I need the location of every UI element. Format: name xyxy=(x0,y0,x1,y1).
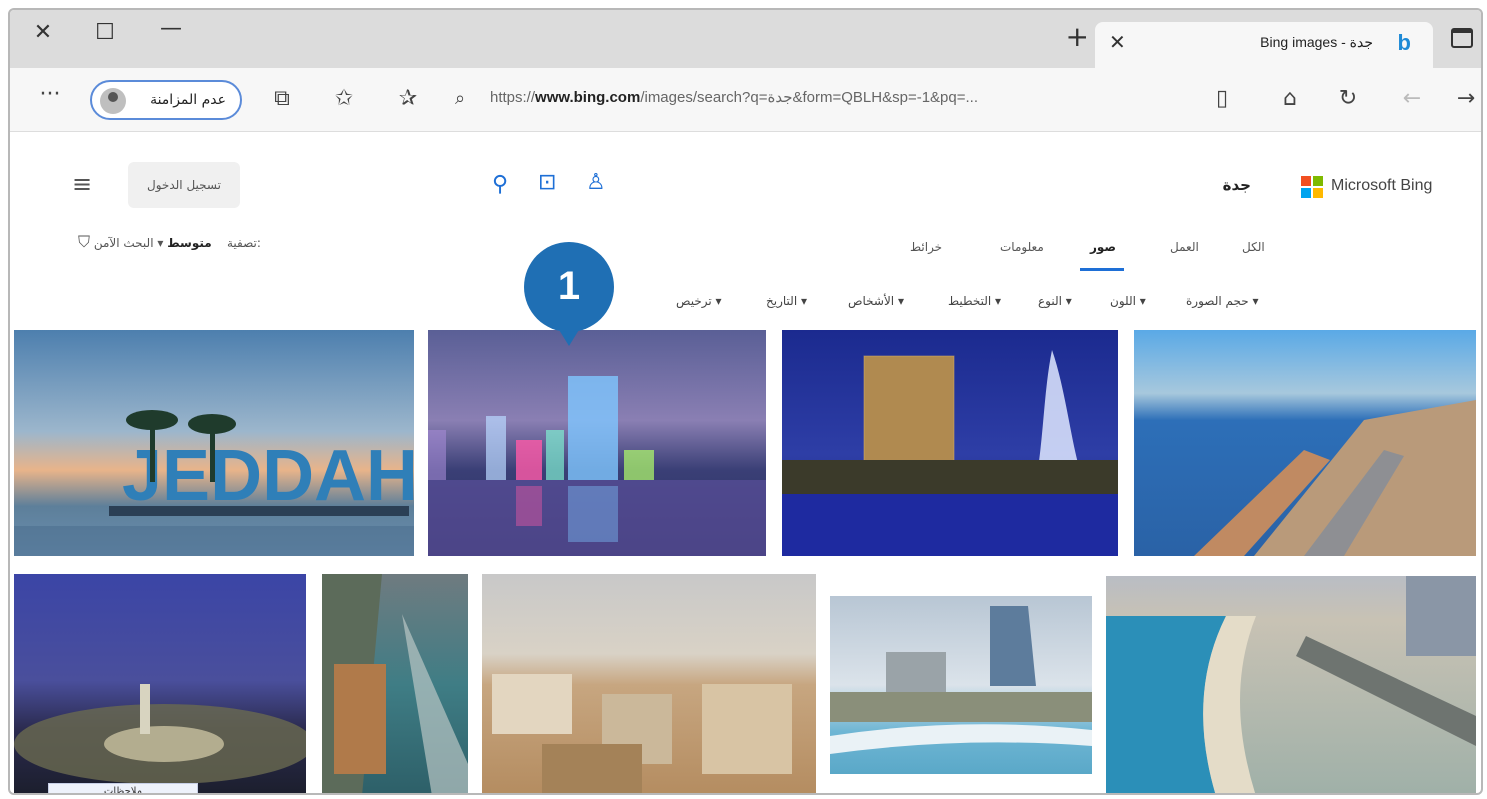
beach-aerial-picture xyxy=(1106,576,1476,793)
search-small-icon: ⌕ xyxy=(454,88,466,109)
old-town-picture xyxy=(492,674,792,793)
home-button[interactable]: ⌂ xyxy=(1274,86,1306,111)
avatar-icon xyxy=(100,88,126,114)
url-prefix: https:// xyxy=(490,89,536,106)
tab-all[interactable]: الكل xyxy=(1242,240,1265,254)
browser-tab[interactable]: ✕ Bing images - جدة b xyxy=(1095,22,1433,68)
hotel-fountain-picture xyxy=(782,350,1118,556)
close-window-button[interactable]: ✕ xyxy=(28,20,58,45)
reload-button[interactable]: ↻ xyxy=(1332,86,1364,111)
tab-images[interactable]: صور xyxy=(1090,240,1116,254)
svg-text:JEDDAH: JEDDAH xyxy=(122,436,414,516)
image-result-aerial-corniche[interactable] xyxy=(1134,330,1476,556)
image-result-old-town[interactable] xyxy=(482,574,816,793)
browser-toolbar: ··· عدم المزامنة ⧉ ✩ ✰ ⌕ https://www.bin… xyxy=(10,68,1481,132)
filter-icon[interactable]: ⛉ xyxy=(78,232,90,251)
feedback-button[interactable]: ملاحظات xyxy=(48,783,198,793)
active-tab-indicator xyxy=(1080,268,1124,271)
jeddah-sign-picture: JEDDAH xyxy=(14,410,414,556)
back-button[interactable]: ← xyxy=(1396,86,1428,111)
search-icon[interactable]: ⚲ xyxy=(492,172,508,197)
more-menu-button[interactable]: ··· xyxy=(34,82,66,107)
maximize-window-button[interactable]: ☐ xyxy=(90,20,120,45)
night-aerial-picture xyxy=(14,684,306,784)
favorites-icon[interactable]: ✩ xyxy=(328,86,360,111)
signin-button[interactable]: تسجيل الدخول xyxy=(128,162,240,208)
filter-image-size[interactable]: حجم الصورة ▾ xyxy=(1186,294,1259,308)
bing-logo-icon: b xyxy=(1397,30,1411,55)
address-bar[interactable]: https://www.bing.com/images/search?q=جدة… xyxy=(490,88,978,106)
callout-number: 1 xyxy=(524,242,614,332)
hamburger-menu-icon[interactable]: ≡ xyxy=(72,170,92,198)
new-tab-button[interactable]: + xyxy=(1066,20,1089,53)
url-domain: www.bing.com xyxy=(535,89,641,106)
image-result-jeddah-sign[interactable]: JEDDAH xyxy=(14,330,414,556)
forward-button[interactable]: → xyxy=(1450,86,1481,111)
image-result-hotel-fountain[interactable] xyxy=(782,330,1118,556)
add-favorite-icon[interactable]: ✰ xyxy=(392,86,424,111)
visual-search-icon[interactable]: ⊡ xyxy=(538,170,556,195)
image-result-night-skyline[interactable] xyxy=(428,330,766,556)
image-result-tower-coast[interactable] xyxy=(322,574,468,793)
profile-button[interactable]: عدم المزامنة xyxy=(90,80,242,120)
filter-label[interactable]: تصفية xyxy=(227,236,257,250)
brand-name: Microsoft Bing xyxy=(1331,177,1433,194)
filter-type[interactable]: النوع ▾ xyxy=(1038,294,1072,308)
filter-people[interactable]: الأشخاص ▾ xyxy=(848,294,904,308)
tower-coast-picture xyxy=(322,574,468,793)
image-result-waterfront-buildings[interactable] xyxy=(830,596,1092,774)
browser-window: ✕ ☐ — + ✕ Bing images - جدة b ··· عدم ال… xyxy=(8,8,1483,795)
image-result-beach-aerial[interactable] xyxy=(1106,576,1476,793)
bing-search-header: ≡ تسجيل الدخول ⚲ ⊡ ♙ جدة Microsoft Bing … xyxy=(10,132,1481,332)
night-skyline-picture xyxy=(428,376,766,556)
tab-info[interactable]: معلومات xyxy=(1000,240,1044,254)
collections-icon[interactable]: ⧉ xyxy=(266,86,298,111)
tab-maps-alt[interactable]: العمل xyxy=(1170,240,1199,254)
microsoft-bing-logo[interactable]: Microsoft Bing xyxy=(1301,174,1451,200)
search-query-text[interactable]: جدة xyxy=(1223,176,1251,194)
aerial-corniche-picture xyxy=(1194,400,1476,556)
title-bar: ✕ ☐ — + ✕ Bing images - جدة b xyxy=(10,10,1481,68)
tab-close-icon[interactable]: ✕ xyxy=(1109,30,1126,54)
minimize-window-button[interactable]: — xyxy=(156,16,186,41)
waterfront-buildings-picture xyxy=(830,606,1092,754)
profile-sync-label: عدم المزامنة xyxy=(150,92,226,108)
tab-title: Bing images - جدة xyxy=(1260,34,1373,50)
filter-layout[interactable]: التخطيط ▾ xyxy=(948,294,1001,308)
filter-license[interactable]: ترخيص ▾ xyxy=(676,294,722,308)
url-path: /images/search?q=جدة&form=QBLH&sp=-1&pq=… xyxy=(640,89,978,106)
reader-view-icon[interactable]: ▯ xyxy=(1206,86,1238,111)
safe-search-value[interactable]: متوسط xyxy=(167,236,212,250)
tab-actions-icon[interactable] xyxy=(1451,28,1473,48)
microsoft-logo-icon xyxy=(1301,176,1323,198)
microphone-icon[interactable]: ♙ xyxy=(586,170,606,195)
callout-marker: 1 xyxy=(524,242,614,352)
image-result-night-aerial[interactable] xyxy=(14,574,306,793)
filter-color[interactable]: اللون ▾ xyxy=(1110,294,1146,308)
safe-search-row: ⛉ تصفية متوسط ▾ البحث الآمن: xyxy=(78,232,261,251)
tab-maps[interactable]: خرائط xyxy=(910,240,942,254)
filter-date[interactable]: التاريخ ▾ xyxy=(766,294,807,308)
